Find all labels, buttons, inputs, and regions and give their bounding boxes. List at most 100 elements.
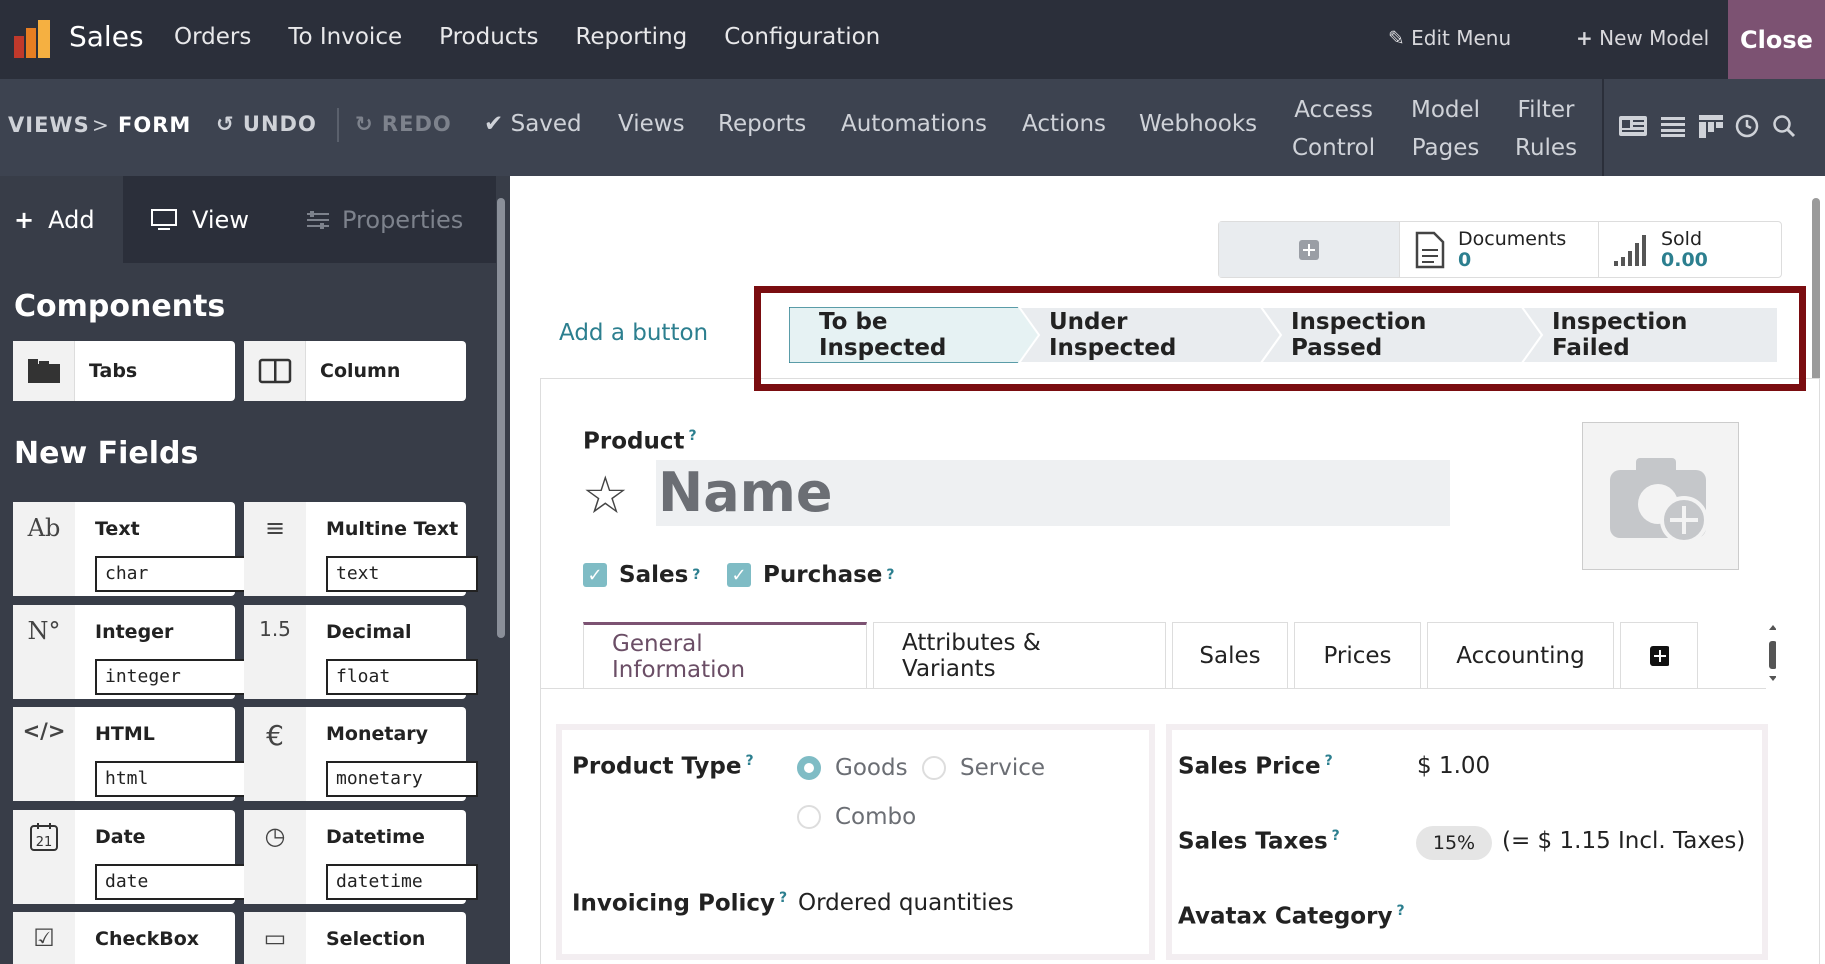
sales-app-icon[interactable] <box>12 18 54 60</box>
tab-sales[interactable]: Sales <box>1172 622 1288 688</box>
add-smart-button[interactable] <box>1219 222 1400 277</box>
help-marker[interactable]: ? <box>779 890 787 906</box>
favorite-star-icon[interactable]: ☆ <box>582 466 629 526</box>
product-name-input[interactable]: Name <box>656 460 1450 526</box>
sold-smart-button[interactable]: Sold 0.00 <box>1599 222 1779 277</box>
field-checkbox[interactable]: ☑ CheckBox <box>13 912 235 964</box>
component-tabs[interactable]: Tabs <box>13 341 235 401</box>
tab-accounting[interactable]: Accounting <box>1427 622 1614 688</box>
menu-orders[interactable]: Orders <box>174 24 251 50</box>
field-selection[interactable]: ▭ Selection <box>244 912 466 964</box>
radio-empty-icon <box>797 805 821 829</box>
purchase-checkbox[interactable]: ✓ Purchase? <box>727 562 895 588</box>
breadcrumb-separator: > <box>92 113 109 137</box>
form-view-icon[interactable] <box>1618 114 1648 138</box>
studio-menu-filter-rules[interactable]: Filter Rules <box>1515 91 1577 167</box>
field-monetary[interactable]: € Monetary monetary <box>244 707 478 801</box>
activity-view-icon[interactable] <box>1735 114 1759 138</box>
studio-menu-webhooks[interactable]: Webhooks <box>1139 111 1257 137</box>
add-tab-button[interactable] <box>1620 622 1698 688</box>
tab-general-information[interactable]: General Information <box>583 622 867 688</box>
tabs-underline <box>540 688 1766 689</box>
kanban-view-icon[interactable] <box>1698 113 1724 139</box>
sales-price-label-text: Sales Price <box>1178 753 1321 780</box>
studio-menu-access-control[interactable]: Access Control <box>1292 91 1375 167</box>
breadcrumb-views[interactable]: VIEWS <box>8 113 90 137</box>
product-type-label: Product Type? <box>572 753 754 780</box>
field-label: Multine Text <box>326 518 459 540</box>
smart-buttons-box: Documents 0 Sold 0.00 <box>1218 221 1782 278</box>
saved-status: ✔ Saved <box>484 111 582 137</box>
help-marker[interactable]: ? <box>1396 903 1404 919</box>
studio-menu-actions[interactable]: Actions <box>1022 111 1106 137</box>
field-text[interactable]: Ab Text char <box>13 502 247 596</box>
tabs-scrollbar[interactable] <box>1768 625 1776 681</box>
tab-attributes-variants[interactable]: Attributes & Variants <box>873 622 1166 688</box>
product-image-upload[interactable] <box>1582 422 1739 570</box>
field-html[interactable]: </> HTML html <box>13 707 247 801</box>
component-label: Tabs <box>89 360 138 382</box>
menu-to-invoice[interactable]: To Invoice <box>288 24 402 50</box>
sidebar-tab-add[interactable]: + Add <box>0 176 123 263</box>
help-marker[interactable]: ? <box>688 428 696 444</box>
search-view-icon[interactable] <box>1772 114 1796 138</box>
field-multiline-text[interactable]: ≡ Multine Text text <box>244 502 478 596</box>
menu-configuration[interactable]: Configuration <box>724 24 880 50</box>
studio-menu-reports[interactable]: Reports <box>718 111 806 137</box>
sales-price-value[interactable]: $ 1.00 <box>1417 753 1490 779</box>
sales-price-label: Sales Price? <box>1178 753 1333 780</box>
add-a-button-link[interactable]: Add a button <box>559 320 708 346</box>
field-decimal[interactable]: 1.5 Decimal float <box>244 605 478 699</box>
radio-goods[interactable]: Goods <box>797 755 908 781</box>
top-navbar: Sales Orders To Invoice Products Reporti… <box>0 0 1825 79</box>
sidebar-scrollbar-thumb[interactable] <box>497 198 505 638</box>
component-column[interactable]: Column <box>244 341 466 401</box>
studio-menu-automations[interactable]: Automations <box>841 111 987 137</box>
field-label: Text <box>95 518 140 540</box>
invoicing-policy-value[interactable]: Ordered quantities <box>798 890 1014 916</box>
sidebar-tab-add-label: Add <box>48 205 95 234</box>
undo-label: UNDO <box>242 112 317 136</box>
calendar-icon-text: 21 <box>36 835 53 850</box>
help-marker[interactable]: ? <box>692 567 700 583</box>
studio-menu-views[interactable]: Views <box>618 111 685 137</box>
field-date[interactable]: 21 Date date <box>13 810 247 904</box>
menu-products[interactable]: Products <box>439 24 538 50</box>
documents-label: Documents <box>1458 227 1567 250</box>
field-label: Datetime <box>326 826 425 848</box>
new-model-button[interactable]: + New Model <box>1576 26 1709 50</box>
sidebar-tab-view[interactable]: View <box>150 176 290 263</box>
list-view-icon[interactable] <box>1660 115 1686 137</box>
undo-icon: ↺ <box>216 112 235 136</box>
plus-square-icon <box>1650 645 1669 666</box>
studio-menu-model-pages[interactable]: Model Pages <box>1411 91 1480 167</box>
menu-reporting[interactable]: Reporting <box>575 24 687 50</box>
app-name[interactable]: Sales <box>69 20 144 53</box>
field-integer[interactable]: N° Integer integer <box>13 605 247 699</box>
undo-button[interactable]: ↺ UNDO <box>216 112 317 136</box>
close-studio-button[interactable]: Close <box>1728 0 1825 79</box>
field-datetime[interactable]: ◷ Datetime datetime <box>244 810 478 904</box>
components-title: Components <box>14 289 226 324</box>
help-marker[interactable]: ? <box>886 567 894 583</box>
sidebar-tab-properties[interactable]: Properties <box>306 176 496 263</box>
help-marker[interactable]: ? <box>746 753 754 769</box>
product-label: Product? <box>583 428 697 455</box>
redo-label: REDO <box>381 112 452 136</box>
documents-smart-button[interactable]: Documents 0 <box>1400 222 1599 277</box>
redo-button[interactable]: ↻ REDO <box>355 112 452 136</box>
radio-empty-icon <box>922 756 946 780</box>
edit-menu-button[interactable]: ✎ Edit Menu <box>1388 26 1511 50</box>
tab-prices[interactable]: Prices <box>1294 622 1421 688</box>
sales-checkbox[interactable]: ✓ Sales? <box>583 562 700 588</box>
edit-menu-label: Edit Menu <box>1411 26 1512 50</box>
tax-badge[interactable]: 15% <box>1416 826 1492 860</box>
radio-combo[interactable]: Combo <box>797 804 916 830</box>
sidebar-tab-view-label: View <box>192 205 249 234</box>
field-label: Monetary <box>326 723 429 745</box>
field-label: Decimal <box>326 621 412 643</box>
invoicing-policy-label: Invoicing Policy? <box>572 890 787 917</box>
help-marker[interactable]: ? <box>1332 828 1340 844</box>
radio-service[interactable]: Service <box>922 755 1045 781</box>
help-marker[interactable]: ? <box>1325 753 1333 769</box>
